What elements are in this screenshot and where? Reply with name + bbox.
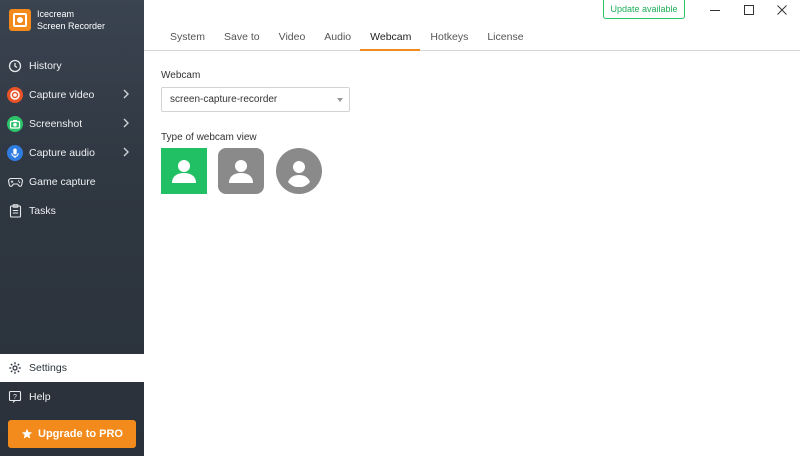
camera-icon <box>7 115 23 132</box>
update-available-button[interactable]: Update available <box>603 0 685 19</box>
gear-icon <box>7 360 23 376</box>
chevron-down-icon <box>337 98 343 102</box>
sidebar-item-label: Capture video <box>29 88 95 101</box>
sidebar-item-capture-video[interactable]: Capture video <box>0 80 144 109</box>
sidebar-nav: History Capture video Screenshot Capture… <box>0 51 144 225</box>
app-name-line1: Icecream <box>37 9 75 19</box>
sidebar-item-label: History <box>29 59 62 72</box>
tab-system[interactable]: System <box>160 26 214 50</box>
tasks-icon <box>7 203 23 219</box>
app-name-line2: Screen Recorder <box>37 21 106 31</box>
webcam-select[interactable]: screen-capture-recorder <box>161 87 350 112</box>
record-icon <box>7 86 23 103</box>
chevron-right-icon <box>123 118 129 128</box>
upgrade-label: Upgrade to PRO <box>38 428 123 440</box>
user-icon <box>172 160 196 183</box>
app-logo-icon <box>9 9 31 31</box>
sidebar-item-label: Help <box>29 391 51 403</box>
chevron-right-icon <box>123 147 129 157</box>
upgrade-button[interactable]: Upgrade to PRO <box>8 420 136 448</box>
tab-video[interactable]: Video <box>269 26 315 50</box>
webcam-view-circle[interactable] <box>276 148 322 194</box>
svg-text:?: ? <box>13 394 17 401</box>
tab-webcam[interactable]: Webcam <box>360 26 421 51</box>
sidebar-item-history[interactable]: History <box>0 51 144 80</box>
webcam-view-square[interactable] <box>161 148 207 194</box>
sidebar-item-tasks[interactable]: Tasks <box>0 196 144 225</box>
user-icon <box>229 160 253 183</box>
sidebar-item-label: Screenshot <box>29 117 83 130</box>
tab-save-to[interactable]: Save to <box>214 26 269 50</box>
webcam-view-label: Type of webcam view <box>161 132 257 143</box>
webcam-label: Webcam <box>161 70 201 81</box>
sidebar-item-label: Capture audio <box>29 146 95 159</box>
webcam-view-rounded[interactable] <box>218 148 264 194</box>
settings-tabs: System Save to Video Audio Webcam Hotkey… <box>144 26 800 51</box>
sidebar: Icecream Screen Recorder History Capture… <box>0 0 144 456</box>
star-icon <box>21 428 33 439</box>
app-logo: Icecream Screen Recorder <box>9 8 105 32</box>
minimize-icon[interactable] <box>709 4 721 16</box>
maximize-icon[interactable] <box>743 4 755 16</box>
sidebar-item-settings[interactable]: Settings <box>0 354 144 382</box>
sidebar-item-label: Game capture <box>29 175 96 188</box>
sidebar-item-capture-audio[interactable]: Capture audio <box>0 138 144 167</box>
tab-hotkeys[interactable]: Hotkeys <box>420 26 477 50</box>
help-icon: ? <box>7 389 23 405</box>
sidebar-item-label: Settings <box>29 362 67 374</box>
sidebar-item-label: Tasks <box>29 204 56 217</box>
user-icon <box>288 161 310 187</box>
chevron-right-icon <box>123 89 129 99</box>
sidebar-item-screenshot[interactable]: Screenshot <box>0 109 144 138</box>
clock-icon <box>7 58 23 74</box>
microphone-icon <box>7 144 23 161</box>
sidebar-item-game-capture[interactable]: Game capture <box>0 167 144 196</box>
sidebar-item-help[interactable]: ? Help <box>0 383 144 411</box>
tab-license[interactable]: License <box>477 26 532 50</box>
tab-audio[interactable]: Audio <box>314 26 360 50</box>
close-icon[interactable] <box>776 4 788 16</box>
webcam-select-value: screen-capture-recorder <box>170 94 278 105</box>
gamepad-icon <box>7 174 23 190</box>
